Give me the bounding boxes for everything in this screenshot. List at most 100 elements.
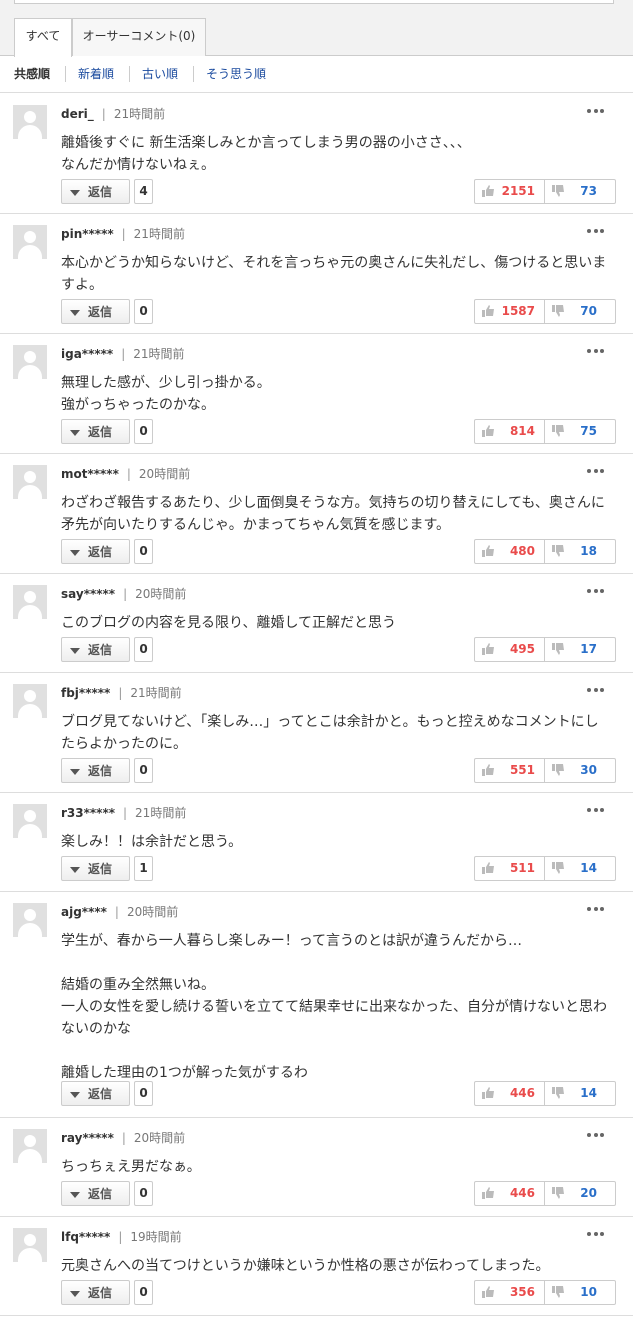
reply-count: 4 — [134, 179, 153, 204]
disagree-button[interactable]: 30 — [545, 759, 615, 782]
agree-button[interactable]: 551 — [475, 759, 545, 782]
comment-item: ray***** | 20時間前 ちっちぇえ男だなぁ。 返信 0 446 20 — [0, 1118, 633, 1217]
comment-item: lfq***** | 19時間前 元奥さんへの当てつけというか嫌味というか性格の悪さ… — [0, 1217, 633, 1316]
avatar[interactable] — [13, 804, 47, 838]
chevron-down-icon — [70, 1092, 80, 1098]
comment-username[interactable]: say***** — [61, 587, 115, 601]
agree-count: 356 — [509, 1285, 535, 1299]
comment-item: mot***** | 20時間前 わざわざ報告するあたり、少し面倒臭そうな方。気持ち… — [0, 454, 633, 574]
more-options-icon[interactable] — [587, 808, 604, 812]
comment-item: ajg**** | 20時間前 学生が、春から一人暮らし楽しみー！って言うのとは訳が… — [0, 892, 633, 1118]
agree-button[interactable]: 446 — [475, 1082, 545, 1105]
avatar[interactable] — [13, 225, 47, 259]
reply-count: 0 — [134, 299, 153, 324]
more-options-icon[interactable] — [587, 469, 604, 473]
agree-button[interactable]: 356 — [475, 1281, 545, 1304]
avatar[interactable] — [13, 345, 47, 379]
sort-oldest[interactable]: 古い順 — [142, 67, 178, 81]
comment-meta: deri_ | 21時間前 — [61, 107, 165, 121]
more-options-icon[interactable] — [587, 109, 604, 113]
disagree-button[interactable]: 70 — [545, 300, 615, 323]
agree-button[interactable]: 1587 — [475, 300, 545, 323]
reply-count: 0 — [134, 758, 153, 783]
disagree-button[interactable]: 10 — [545, 1281, 615, 1304]
agree-button[interactable]: 495 — [475, 638, 545, 661]
more-options-icon[interactable] — [587, 349, 604, 353]
reply-button[interactable]: 返信 — [61, 299, 130, 324]
more-options-icon[interactable] — [587, 229, 604, 233]
comment-meta: lfq***** | 19時間前 — [61, 1230, 182, 1244]
agree-button[interactable]: 814 — [475, 420, 545, 443]
comment-time: 20時間前 — [126, 905, 179, 919]
disagree-count: 18 — [580, 544, 597, 558]
vote-box: 814 75 — [474, 419, 616, 444]
avatar[interactable] — [13, 903, 47, 937]
more-options-icon[interactable] — [587, 589, 604, 593]
reply-button[interactable]: 返信 — [61, 758, 130, 783]
comment-meta: fbj***** | 21時間前 — [61, 686, 182, 700]
agree-button[interactable]: 446 — [475, 1182, 545, 1205]
sort-newest[interactable]: 新着順 — [78, 67, 114, 81]
reply-label: 返信 — [88, 1187, 113, 1201]
more-options-icon[interactable] — [587, 1133, 604, 1137]
disagree-button[interactable]: 17 — [545, 638, 615, 661]
sort-empathy[interactable]: 共感順 — [14, 67, 50, 81]
meta-divider: | — [118, 1230, 123, 1244]
sort-agree[interactable]: そう思う順 — [206, 67, 266, 81]
reply-button[interactable]: 返信 — [61, 539, 130, 564]
comment-time: 21時間前 — [135, 806, 187, 820]
avatar[interactable] — [13, 1228, 47, 1262]
meta-divider: | — [121, 227, 126, 241]
comment-item: iga***** | 21時間前 無理した感が、少し引っ掛かる。 強がっちゃったのか… — [0, 334, 633, 454]
more-options-icon[interactable] — [587, 1232, 604, 1236]
disagree-button[interactable]: 14 — [545, 1082, 615, 1105]
reply-button[interactable]: 返信 — [61, 1181, 130, 1206]
sort-divider — [193, 66, 194, 82]
comment-username[interactable]: mot***** — [61, 467, 119, 481]
comment-item: fbj***** | 21時間前 ブログ見てないけど、「楽しみ…」ってとこは余計かと… — [0, 673, 633, 793]
agree-button[interactable]: 2151 — [475, 180, 545, 203]
avatar[interactable] — [13, 1129, 47, 1163]
comment-username[interactable]: pin***** — [61, 227, 114, 241]
reply-button[interactable]: 返信 — [61, 637, 130, 662]
disagree-button[interactable]: 14 — [545, 857, 615, 880]
reply-label: 返信 — [88, 1286, 113, 1300]
comment-username[interactable]: r33***** — [61, 806, 115, 820]
vote-box: 551 30 — [474, 758, 616, 783]
comment-username[interactable]: ray***** — [61, 1131, 114, 1145]
comment-time: 20時間前 — [133, 1131, 186, 1145]
disagree-count: 20 — [580, 1186, 597, 1200]
disagree-button[interactable]: 20 — [545, 1182, 615, 1205]
comment-username[interactable]: lfq***** — [61, 1230, 110, 1244]
disagree-count: 10 — [580, 1285, 597, 1299]
comment-username[interactable]: deri_ — [61, 107, 94, 121]
avatar[interactable] — [13, 105, 47, 139]
reply-button[interactable]: 返信 — [61, 1280, 130, 1305]
reply-button[interactable]: 返信 — [61, 419, 130, 444]
avatar[interactable] — [13, 684, 47, 718]
agree-button[interactable]: 480 — [475, 540, 545, 563]
disagree-button[interactable]: 75 — [545, 420, 615, 443]
comment-time: 21時間前 — [133, 227, 185, 241]
chevron-down-icon — [70, 310, 80, 316]
agree-button[interactable]: 511 — [475, 857, 545, 880]
reply-button[interactable]: 返信 — [61, 856, 130, 881]
reply-button[interactable]: 返信 — [61, 1081, 130, 1106]
more-options-icon[interactable] — [587, 907, 604, 911]
reply-button[interactable]: 返信 — [61, 179, 130, 204]
tab-all[interactable]: すべて — [14, 18, 72, 57]
tab-author-comments[interactable]: オーサーコメント(0) — [72, 18, 206, 56]
comment-username[interactable]: fbj***** — [61, 686, 110, 700]
disagree-button[interactable]: 73 — [545, 180, 615, 203]
avatar[interactable] — [13, 585, 47, 619]
comment-meta: mot***** | 20時間前 — [61, 467, 190, 481]
comment-text: ちっちぇえ男だなぁ。 — [61, 1159, 201, 1175]
comment-username[interactable]: ajg**** — [61, 905, 107, 919]
comment-time: 21時間前 — [130, 686, 182, 700]
disagree-button[interactable]: 18 — [545, 540, 615, 563]
disagree-count: 73 — [580, 184, 597, 198]
reply-label: 返信 — [88, 545, 113, 559]
comment-username[interactable]: iga***** — [61, 347, 113, 361]
avatar[interactable] — [13, 465, 47, 499]
more-options-icon[interactable] — [587, 688, 604, 692]
